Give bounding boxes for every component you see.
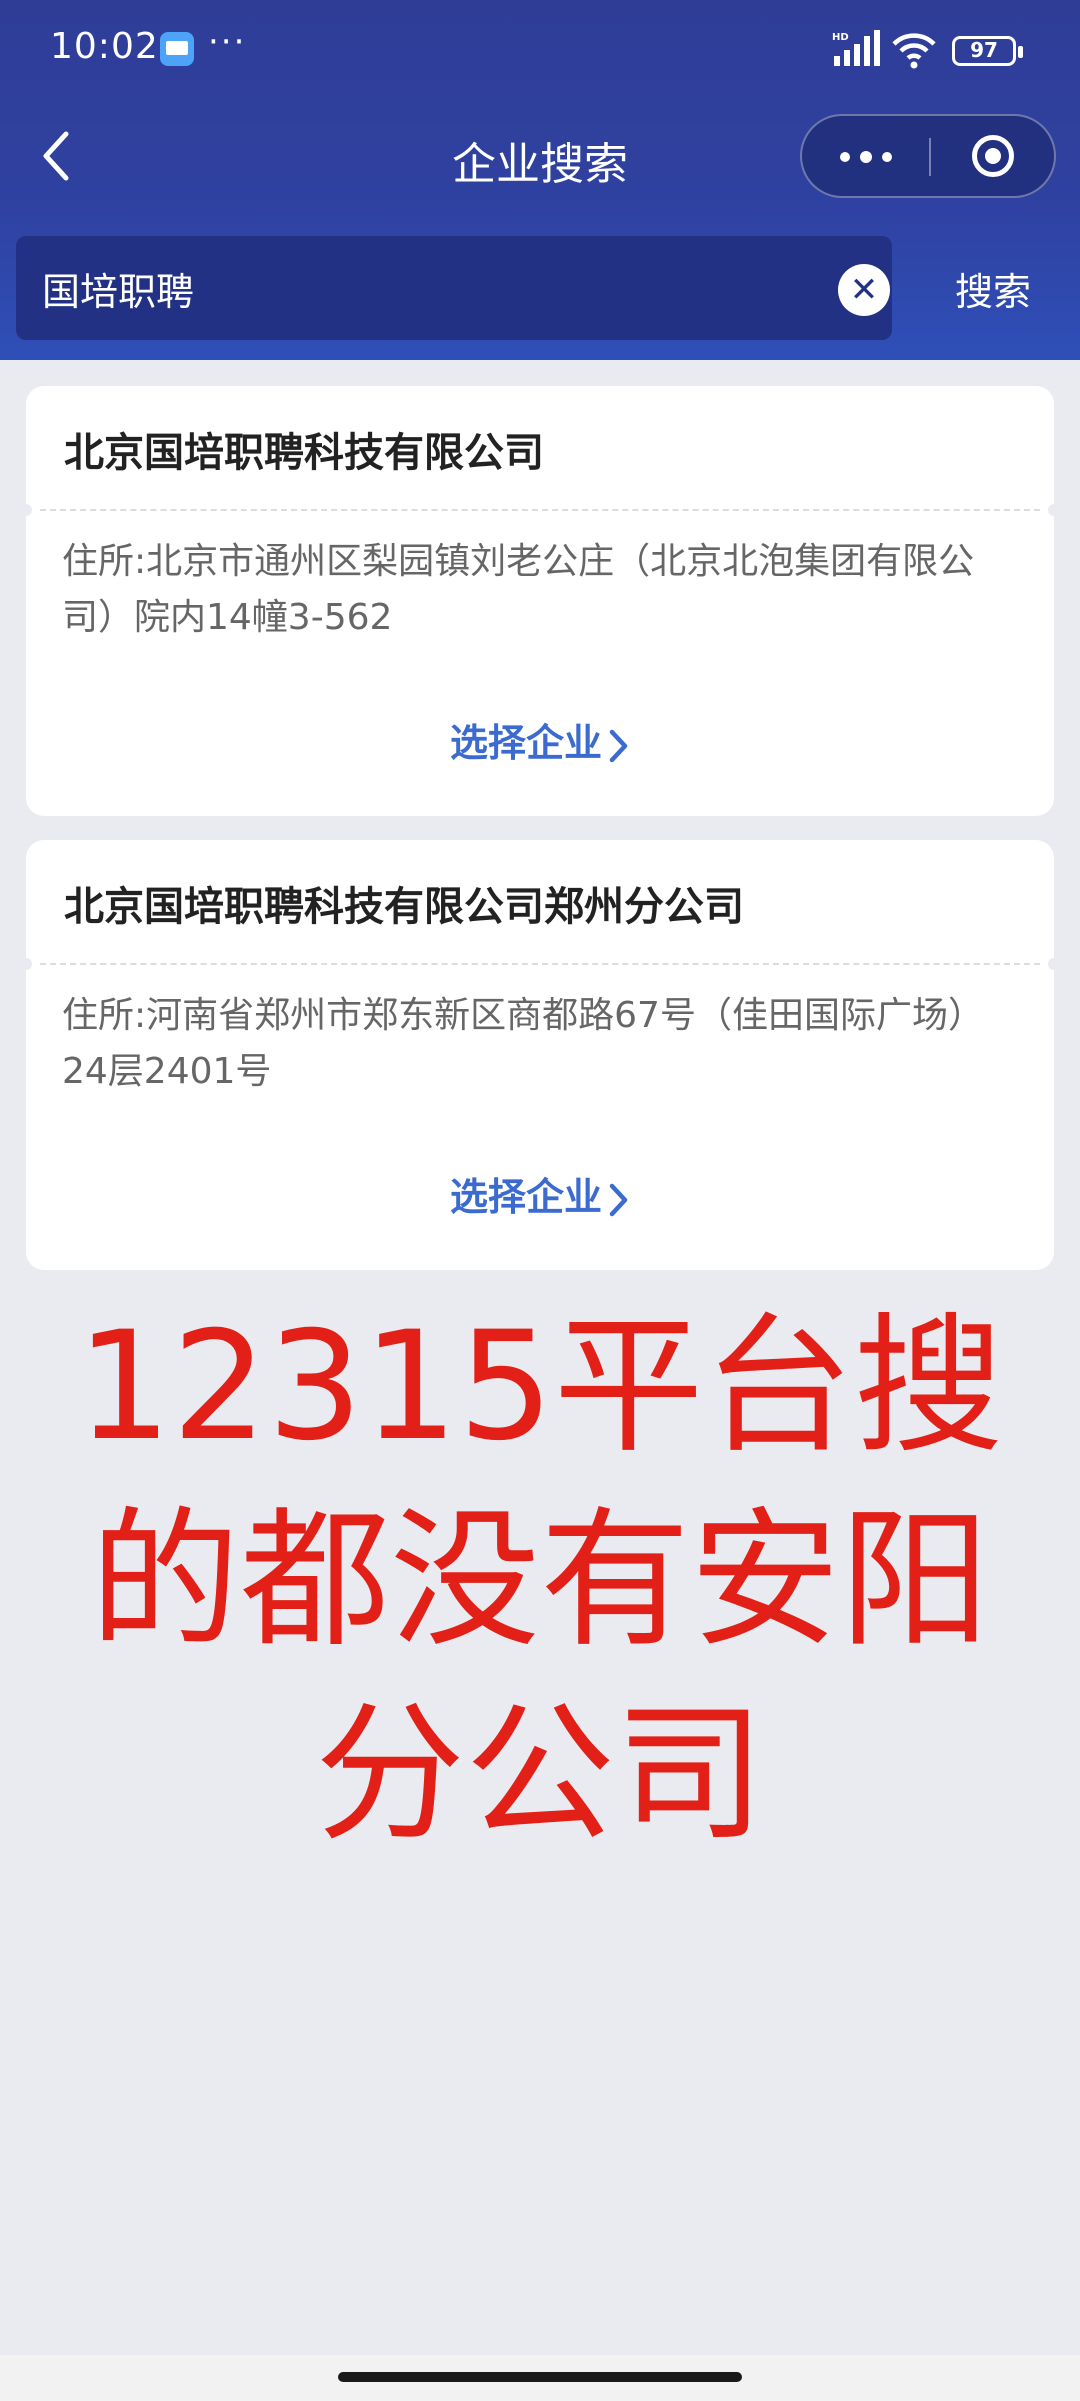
- wifi-icon: [892, 33, 936, 69]
- overlay-line: 的都没有安阳: [89, 1494, 990, 1668]
- more-notifications-icon: ···: [208, 22, 247, 62]
- home-indicator[interactable]: [338, 2372, 742, 2382]
- target-icon: [972, 135, 1014, 177]
- overlay-line: 分公司: [314, 1688, 765, 1862]
- status-time: 10:02: [50, 26, 159, 67]
- select-company-label: 选择企业: [449, 721, 602, 765]
- battery-level: 97: [970, 38, 998, 62]
- battery-icon: 97: [952, 36, 1023, 66]
- chevron-right-icon: [609, 1183, 628, 1216]
- result-card: 北京国培职聘科技有限公司 住所:北京市通州区梨园镇刘老公庄（北京北泡集团有限公司…: [20, 386, 1060, 816]
- company-name: 北京国培职聘科技有限公司: [64, 430, 544, 476]
- signal-icon: HD: [832, 30, 880, 66]
- search-input[interactable]: [42, 258, 802, 318]
- capsule-more-button[interactable]: [802, 116, 930, 196]
- message-app-icon: [160, 32, 194, 66]
- search-box: ✕: [16, 236, 892, 340]
- select-company-button[interactable]: 选择企业: [26, 1166, 1054, 1221]
- clear-icon[interactable]: ✕: [838, 264, 890, 316]
- result-card: 北京国培职聘科技有限公司郑州分公司 住所:河南省郑州市郑东新区商都路67号（佳田…: [20, 840, 1060, 1270]
- svg-text:HD: HD: [832, 32, 849, 43]
- nav-bar: 企业搜索: [0, 100, 1080, 220]
- capsule-close-button[interactable]: [930, 116, 1054, 196]
- chevron-right-icon: [609, 729, 628, 762]
- overlay-caption: 12315平台搜 的都没有安阳 分公司: [0, 1290, 1080, 1872]
- card-divider: [20, 504, 1060, 516]
- mini-program-capsule: [800, 114, 1056, 198]
- status-bar: 10:02 ··· HD 97: [0, 0, 1080, 100]
- company-name: 北京国培职聘科技有限公司郑州分公司: [64, 884, 744, 930]
- search-bar: ✕ 搜索: [0, 232, 1080, 342]
- card-divider: [20, 958, 1060, 970]
- company-address: 住所:河南省郑州市郑东新区商都路67号（佳田国际广场）24层2401号: [62, 995, 984, 1092]
- search-button[interactable]: 搜索: [918, 262, 1068, 322]
- overlay-line: 12315平台搜: [76, 1300, 1004, 1474]
- company-address: 住所:北京市通州区梨园镇刘老公庄（北京北泡集团有限公司）院内14幢3-562: [62, 541, 975, 638]
- select-company-button[interactable]: 选择企业: [26, 712, 1054, 767]
- select-company-label: 选择企业: [449, 1175, 602, 1219]
